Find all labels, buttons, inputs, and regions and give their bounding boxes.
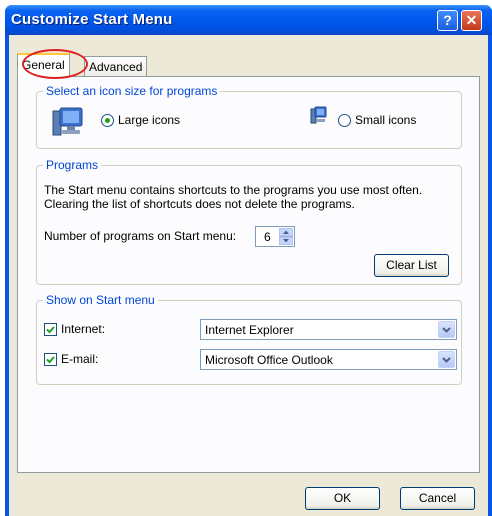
tab-panel-general: Select an icon size for programs Large i…	[17, 76, 480, 473]
tab-general[interactable]: General	[17, 53, 70, 77]
radio-selected-dot	[105, 118, 110, 123]
dialog-client-area: General Advanced Select an icon size for…	[9, 35, 488, 516]
group-show-on-start: Show on Start menu Internet: Internet Ex…	[36, 293, 462, 385]
program-count-label: Number of programs on Start menu:	[44, 229, 237, 243]
large-icons-radio[interactable]	[101, 114, 114, 127]
clear-list-button[interactable]: Clear List	[374, 254, 449, 277]
help-button[interactable]: ?	[437, 10, 458, 31]
spin-arrows-icon[interactable]	[279, 228, 293, 245]
monitor-small-icon	[310, 106, 327, 124]
dialog-window: Customize Start Menu ? ✕ General Advance…	[5, 5, 492, 516]
group-icon-size-legend: Select an icon size for programs	[43, 84, 221, 98]
small-icons-label: Small icons	[355, 113, 417, 127]
program-count-value: 6	[264, 230, 271, 244]
group-programs-legend: Programs	[43, 158, 102, 172]
large-icons-label: Large icons	[118, 113, 181, 127]
dropdown-arrow-icon[interactable]	[438, 351, 455, 368]
group-programs: Programs The Start menu contains shortcu…	[36, 158, 462, 285]
email-label: E-mail:	[61, 352, 99, 366]
checkmark-icon	[46, 326, 55, 334]
email-dropdown-value: Microsoft Office Outlook	[205, 353, 333, 367]
internet-label: Internet:	[61, 322, 106, 336]
program-count-spinner[interactable]: 6	[255, 226, 295, 247]
help-icon: ?	[443, 12, 452, 28]
cancel-button[interactable]: Cancel	[400, 487, 475, 510]
group-icon-size: Select an icon size for programs Large i…	[36, 84, 462, 149]
ok-button[interactable]: OK	[305, 487, 380, 510]
email-checkbox[interactable]	[44, 353, 57, 366]
internet-checkbox[interactable]	[44, 323, 57, 336]
programs-description-line1: The Start menu contains shortcuts to the…	[44, 183, 423, 197]
email-dropdown[interactable]: Microsoft Office Outlook	[200, 349, 457, 370]
close-icon: ✕	[465, 12, 478, 28]
title-bar[interactable]: Customize Start Menu ? ✕	[5, 5, 492, 35]
tab-advanced[interactable]: Advanced	[84, 56, 148, 77]
internet-dropdown-value: Internet Explorer	[205, 323, 294, 337]
close-button[interactable]: ✕	[461, 10, 482, 31]
checkmark-icon	[46, 356, 55, 364]
small-icons-radio[interactable]	[338, 114, 351, 127]
group-show-on-start-legend: Show on Start menu	[43, 293, 158, 307]
monitor-large-icon	[52, 107, 83, 136]
internet-dropdown[interactable]: Internet Explorer	[200, 319, 457, 340]
window-title: Customize Start Menu	[11, 11, 173, 28]
dropdown-arrow-icon[interactable]	[438, 321, 455, 338]
programs-description-line2: Clearing the list of shortcuts does not …	[44, 197, 355, 211]
